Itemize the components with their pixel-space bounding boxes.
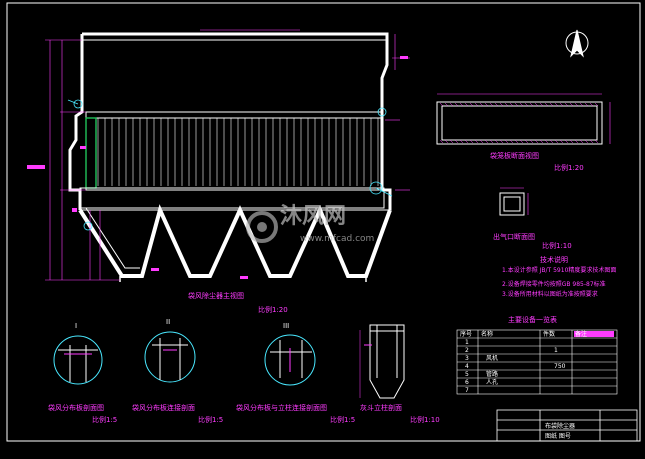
main-view-title: 袋风除尘器主视图	[188, 292, 244, 300]
top-right-view-title: 袋笼板断面视图	[490, 152, 539, 160]
left-wall	[68, 34, 84, 210]
parts-table-header: 名称	[481, 331, 494, 338]
detail-3-scale: 比例1:5	[330, 416, 356, 424]
detail-4-scale: 比例1:10	[410, 416, 440, 424]
parts-table-cell-qty: 1	[554, 347, 558, 354]
parts-table-cell-name: 管路	[486, 371, 499, 378]
detail-4-title: 灰斗立柱剖面	[360, 404, 402, 412]
parts-table-title: 主要设备一览表	[508, 316, 557, 324]
parts-table-cell-no: 4	[465, 363, 469, 370]
parts-table-header: 序号	[460, 331, 473, 338]
parts-table-cell-no: 1	[465, 339, 469, 346]
title-block-line2: 图纸 图号	[545, 433, 571, 440]
detail-1-title: 袋风分布板剖面图	[48, 404, 104, 412]
detail-2-roman: II	[166, 318, 171, 326]
main-view	[68, 32, 392, 282]
parts-table-cell-no: 6	[465, 379, 469, 386]
parts-table-cell-no: 7	[465, 387, 469, 394]
notes-item-3: 3.设备所用材料以图纸为准按照要求	[502, 291, 598, 298]
watermark-logo	[246, 211, 278, 243]
north-arrow	[565, 29, 589, 58]
top-right-view-scale: 比例1:20	[554, 164, 584, 172]
filter-bags	[97, 118, 379, 186]
small-view-title: 出气口断面图	[493, 233, 535, 241]
parts-table-cell-no: 3	[465, 355, 469, 362]
notes-item-1: 1.本设计参照 JB/T 5910精度要求技术图面	[502, 267, 617, 274]
detail-3-title: 袋风分布板与立柱连接剖面图	[236, 404, 327, 412]
detail-2-scale: 比例1:5	[198, 416, 224, 424]
detail-4	[359, 324, 405, 399]
parts-table-header: 备注	[575, 331, 588, 338]
notes-title: 技术说明	[540, 256, 568, 264]
watermark-brand: 沐风网	[280, 204, 347, 229]
title-block-line1: 布袋除尘器	[545, 423, 576, 430]
small-section	[499, 192, 525, 216]
access-door-left	[85, 117, 97, 189]
parts-table-cell-name: 风机	[486, 355, 499, 362]
detail-1-roman: I	[75, 322, 78, 330]
parts-table-cell-qty: 750	[554, 363, 566, 370]
parts-table-cell-name: 人孔	[486, 379, 499, 386]
top-right-view	[436, 101, 603, 145]
watermark-url: www.mfcad.com	[300, 234, 375, 244]
parts-table-cell-no: 5	[465, 371, 469, 378]
detail-2-title: 袋风分布板连接剖面	[132, 404, 195, 412]
parts-table-grid	[456, 329, 618, 395]
parts-table-cell-no: 2	[465, 347, 469, 354]
cad-drawing: 袋风除尘器主视图 比例1:20 袋笼板断面视图 比例1:20 出气口断面图 比例…	[0, 0, 645, 455]
detail-3-roman: III	[283, 322, 290, 330]
notes-item-2: 2.设备焊接零件均按照GB 985-87标准	[502, 281, 606, 288]
bag-chamber	[85, 111, 383, 191]
detail-1	[53, 335, 103, 385]
detail-1-scale: 比例1:5	[92, 416, 118, 424]
parts-table-header: 件数	[543, 331, 556, 338]
small-view-scale: 比例1:10	[542, 242, 572, 250]
detail-2	[144, 331, 196, 383]
main-view-tags	[27, 56, 408, 279]
top-right-hatch	[439, 102, 599, 144]
main-view-scale: 比例1:20	[258, 306, 288, 314]
detail-3	[264, 334, 316, 386]
